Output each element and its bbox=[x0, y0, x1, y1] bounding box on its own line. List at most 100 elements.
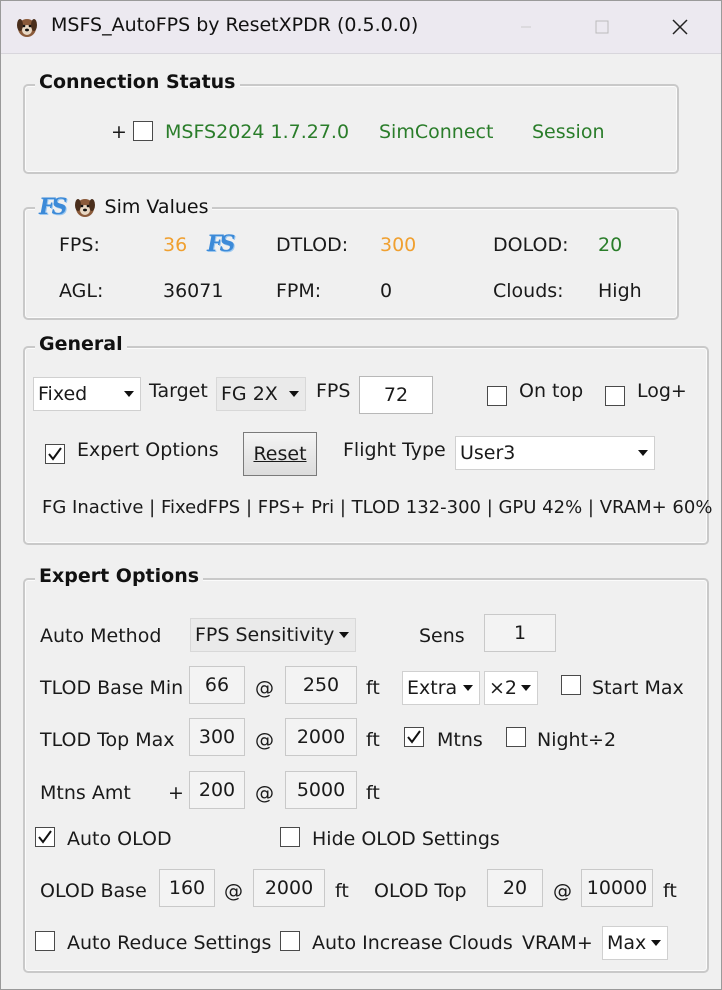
auto-reduce-checkbox[interactable] bbox=[35, 931, 55, 951]
sens-label: Sens bbox=[419, 625, 465, 647]
tlod-base-ft: ft bbox=[366, 677, 380, 699]
tlod-top-alt-value: 2000 bbox=[296, 726, 346, 748]
dog-avatar-icon bbox=[74, 199, 95, 217]
olod-base-alt-input[interactable]: 2000 bbox=[253, 869, 325, 907]
check-icon bbox=[407, 730, 421, 744]
mtns-amt-input[interactable]: 200 bbox=[189, 771, 245, 809]
hide-olod-checkbox[interactable] bbox=[280, 827, 300, 847]
target-value: FG 2X bbox=[221, 383, 278, 405]
olod-top-at: @ bbox=[553, 880, 572, 902]
sim-values-title: Sim Values bbox=[104, 196, 209, 218]
fps-target-value: 72 bbox=[383, 384, 409, 406]
mtns-amt-label: Mtns Amt bbox=[40, 782, 131, 804]
multiplier-value: ×2 bbox=[489, 677, 518, 699]
minimize-icon bbox=[521, 26, 531, 28]
close-icon bbox=[672, 19, 688, 35]
fps-target-input[interactable]: 72 bbox=[359, 376, 433, 414]
dolod-label: DOLOD: bbox=[493, 234, 569, 256]
auto-olod-checkbox[interactable] bbox=[35, 827, 55, 847]
target-select[interactable]: FG 2X bbox=[216, 377, 306, 411]
start-max-checkbox[interactable] bbox=[561, 675, 581, 695]
auto-reduce-label: Auto Reduce Settings bbox=[67, 932, 272, 954]
maximize-icon bbox=[595, 20, 609, 34]
olod-top-label: OLOD Top bbox=[374, 880, 467, 902]
olod-base-input[interactable]: 160 bbox=[159, 869, 215, 907]
olod-base-alt-value: 2000 bbox=[264, 877, 314, 899]
auto-olod-label: Auto OLOD bbox=[67, 828, 172, 850]
expert-options-group: Expert Options Auto Method FPS Sensitivi… bbox=[23, 565, 709, 973]
mtns-checkbox[interactable] bbox=[404, 727, 424, 747]
log-label: Log+ bbox=[637, 380, 687, 402]
clouds-value: High bbox=[598, 280, 642, 302]
tlod-top-at: @ bbox=[255, 729, 274, 751]
olod-base-value: 160 bbox=[168, 877, 206, 899]
title-bar[interactable]: MSFS_AutoFPS by ResetXPDR (0.5.0.0) bbox=[1, 1, 721, 54]
agl-label: AGL: bbox=[59, 280, 104, 302]
mtns-amt-alt-input[interactable]: 5000 bbox=[285, 771, 357, 809]
window-title: MSFS_AutoFPS by ResetXPDR (0.5.0.0) bbox=[51, 14, 419, 36]
mtns-amt-value: 200 bbox=[198, 779, 236, 801]
flight-type-select[interactable]: User3 bbox=[455, 436, 655, 470]
mtns-amt-ft: ft bbox=[366, 782, 380, 804]
fs-status-icon: FS bbox=[207, 231, 235, 257]
mode-select[interactable]: Fixed bbox=[33, 377, 141, 411]
auto-method-label: Auto Method bbox=[40, 625, 162, 647]
multiplier-select[interactable]: ×2 bbox=[484, 671, 538, 705]
expert-options-legend: Expert Options bbox=[35, 565, 204, 587]
maximize-button[interactable] bbox=[563, 1, 641, 53]
check-icon bbox=[38, 830, 52, 844]
chevron-down-icon bbox=[457, 672, 479, 704]
clouds-label: Clouds: bbox=[493, 280, 564, 302]
close-button[interactable] bbox=[641, 1, 719, 53]
general-status-text: FG Inactive | FixedFPS | FPS+ Pri | TLOD… bbox=[42, 497, 713, 518]
vram-value: Max bbox=[607, 932, 647, 954]
olod-base-ft: ft bbox=[335, 880, 349, 902]
log-checkbox[interactable] bbox=[605, 386, 625, 406]
dolod-value: 20 bbox=[598, 234, 623, 256]
fps-value: 36 bbox=[163, 234, 188, 256]
sens-value: 1 bbox=[513, 622, 527, 644]
minimize-button[interactable] bbox=[487, 1, 565, 53]
connection-prefix: + bbox=[111, 121, 127, 143]
tlod-top-alt-input[interactable]: 2000 bbox=[285, 718, 357, 756]
mtns-amt-at: @ bbox=[255, 782, 274, 804]
mode-value: Fixed bbox=[38, 383, 88, 405]
olod-top-input[interactable]: 20 bbox=[487, 869, 543, 907]
agl-value: 36071 bbox=[163, 280, 224, 302]
olod-base-at: @ bbox=[224, 880, 243, 902]
auto-method-select[interactable]: FPS Sensitivity bbox=[190, 618, 356, 652]
chevron-down-icon bbox=[283, 378, 305, 410]
fps-label: FPS: bbox=[59, 234, 100, 256]
tlod-base-alt-input[interactable]: 250 bbox=[285, 666, 357, 704]
connection-checkbox[interactable] bbox=[133, 121, 153, 141]
auto-method-value: FPS Sensitivity bbox=[195, 624, 335, 646]
extra-select[interactable]: Extra bbox=[402, 671, 480, 705]
on-top-checkbox[interactable] bbox=[487, 386, 507, 406]
auto-increase-checkbox[interactable] bbox=[280, 931, 300, 951]
tlod-base-value: 66 bbox=[204, 674, 230, 696]
on-top-label: On top bbox=[519, 380, 584, 402]
tlod-base-label: TLOD Base Min bbox=[40, 677, 184, 699]
general-group: General Fixed Target FG 2X FPS 72 On top… bbox=[23, 333, 713, 545]
client-area: Connection Status + MSFS2024 1.7.27.0 Si… bbox=[1, 54, 721, 989]
sim-values-legend: FS Sim Values bbox=[35, 194, 213, 220]
fs-logo-icon: FS bbox=[39, 194, 67, 220]
reset-button[interactable]: Reset bbox=[243, 432, 317, 476]
tlod-top-input[interactable]: 300 bbox=[189, 718, 245, 756]
reset-button-label: Reset bbox=[253, 443, 307, 465]
vram-select[interactable]: Max bbox=[602, 926, 668, 960]
fpm-value: 0 bbox=[380, 280, 393, 302]
sens-input[interactable]: 1 bbox=[484, 614, 556, 652]
night-checkbox[interactable] bbox=[506, 727, 526, 747]
tlod-base-input[interactable]: 66 bbox=[189, 666, 245, 704]
mtns-amt-alt-value: 5000 bbox=[296, 779, 346, 801]
tlod-top-value: 300 bbox=[198, 726, 236, 748]
simconnect-label: SimConnect bbox=[379, 121, 494, 143]
connection-status-legend: Connection Status bbox=[35, 71, 240, 93]
olod-top-alt-input[interactable]: 10000 bbox=[581, 869, 653, 907]
chevron-down-icon bbox=[333, 619, 355, 651]
expert-options-checkbox[interactable] bbox=[45, 444, 65, 464]
mtns-amt-plus: + bbox=[168, 782, 184, 804]
general-legend: General bbox=[35, 333, 127, 355]
olod-base-label: OLOD Base bbox=[40, 880, 147, 902]
